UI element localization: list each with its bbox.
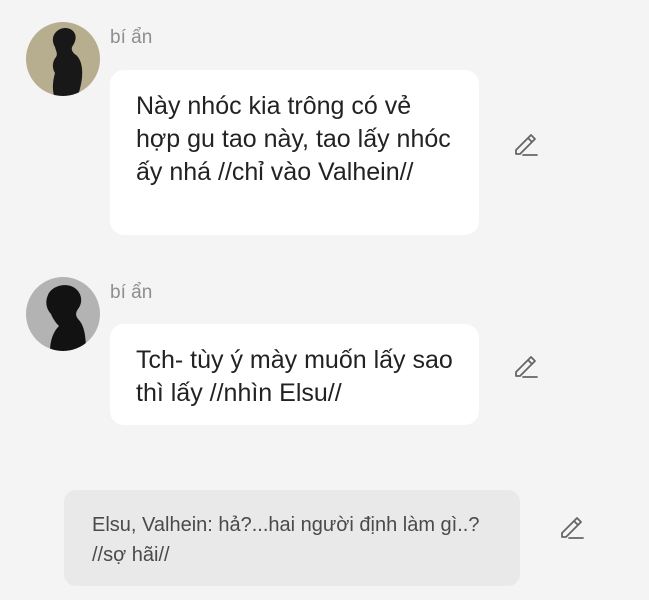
silhouette-avatar-icon bbox=[26, 277, 100, 351]
message-bubble[interactable]: Này nhóc kia trông có vẻ hợp gu tao này,… bbox=[110, 70, 479, 235]
edit-narration-button[interactable] bbox=[556, 511, 586, 541]
avatar-silhouette-1[interactable] bbox=[26, 22, 100, 96]
pencil-icon bbox=[515, 134, 538, 156]
edit-message-button[interactable] bbox=[510, 128, 540, 158]
pencil-icon bbox=[561, 517, 584, 539]
silhouette-avatar-icon bbox=[26, 22, 100, 96]
message-bubble[interactable]: Tch- tùy ý mày muốn lấy sao thì lấy //nh… bbox=[110, 324, 479, 425]
narration-bubble[interactable]: Elsu, Valhein: hả?...hai người định làm … bbox=[64, 490, 520, 586]
pencil-icon bbox=[515, 356, 538, 378]
sender-name: bí ẩn bbox=[110, 27, 153, 48]
avatar-silhouette-2[interactable] bbox=[26, 277, 100, 351]
sender-name: bí ẩn bbox=[110, 282, 153, 303]
edit-message-button[interactable] bbox=[510, 350, 540, 380]
